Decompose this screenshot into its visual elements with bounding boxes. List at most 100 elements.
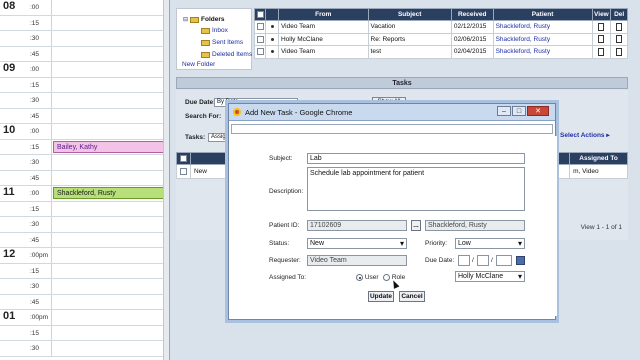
- status-select[interactable]: New: [307, 238, 407, 249]
- col-subject[interactable]: Subject: [367, 8, 452, 21]
- calendar-slot-area[interactable]: [52, 295, 169, 310]
- calendar-slot[interactable]: :15: [0, 77, 169, 93]
- calendar-slot-area[interactable]: [52, 233, 169, 248]
- select-all-header[interactable]: [253, 8, 267, 21]
- row-checkbox[interactable]: [256, 48, 264, 56]
- calendar-slot[interactable]: 11:00 Shackleford, Rusty: [0, 186, 169, 202]
- url-bar[interactable]: [231, 124, 553, 134]
- calendar-slot-area[interactable]: [52, 217, 169, 232]
- calendar-slot-area[interactable]: [52, 16, 169, 31]
- col-patient[interactable]: Patient: [492, 8, 593, 21]
- calendar-slot-area[interactable]: [52, 62, 169, 77]
- cell-patient-link[interactable]: Shackleford, Rusty: [492, 32, 593, 46]
- subject-input[interactable]: Lab: [307, 153, 525, 164]
- calendar-slot[interactable]: 12:00pm: [0, 248, 169, 264]
- cell-patient-link[interactable]: Shackleford, Rusty: [492, 45, 593, 59]
- delete-icon[interactable]: [616, 22, 623, 31]
- select-all-checkbox[interactable]: [256, 10, 264, 18]
- appointment-block[interactable]: Shackleford, Rusty: [53, 187, 165, 199]
- calendar-slot[interactable]: :30: [0, 217, 169, 233]
- calendar-slot[interactable]: :45: [0, 232, 169, 248]
- radio-user[interactable]: User: [356, 274, 379, 281]
- update-button[interactable]: Update: [368, 291, 394, 302]
- calendar-slot[interactable]: :45: [0, 294, 169, 310]
- cancel-button[interactable]: Cancel: [399, 291, 425, 302]
- minimize-icon[interactable]: –: [497, 106, 511, 116]
- table-row[interactable]: Video Team test 02/04/2015 Shackleford, …: [253, 45, 628, 59]
- calendar-slot-area[interactable]: [52, 279, 169, 294]
- due-month-input[interactable]: [458, 255, 470, 266]
- calendar-slot[interactable]: :15: [0, 15, 169, 31]
- collapse-icon[interactable]: ⊟: [183, 16, 188, 23]
- calendar-slot-area[interactable]: [52, 93, 169, 108]
- calendar-slot[interactable]: :30: [0, 93, 169, 109]
- calendar-slot-area[interactable]: [52, 248, 169, 263]
- calendar-slot[interactable]: 10:00: [0, 124, 169, 140]
- col-from[interactable]: From: [277, 8, 369, 21]
- patient-id-input[interactable]: 17102609: [307, 220, 407, 231]
- table-row[interactable]: Holly McClane Re: Reports 02/06/2015 Sha…: [253, 32, 628, 46]
- calendar-slot[interactable]: :15 Bailey, Kathy: [0, 139, 169, 155]
- calendar-slot-area[interactable]: [52, 155, 169, 170]
- calendar-slot[interactable]: :15: [0, 325, 169, 341]
- priority-select[interactable]: Low: [455, 238, 525, 249]
- select-all-tasks[interactable]: [176, 152, 191, 165]
- appointment-block[interactable]: Bailey, Kathy: [53, 140, 165, 153]
- folder-inbox[interactable]: Inbox: [201, 27, 228, 34]
- dialog-titlebar[interactable]: Add New Task - Google Chrome – □ ✕: [229, 104, 555, 121]
- calendar-slot-area[interactable]: [52, 31, 169, 46]
- select-all-checkbox[interactable]: [179, 154, 187, 162]
- select-actions-menu[interactable]: Select Actions ▸: [560, 131, 610, 139]
- calendar-slot-area[interactable]: [52, 109, 169, 124]
- calendar-slot-area[interactable]: [52, 202, 169, 217]
- folder-deleted-items[interactable]: Deleted Items: [201, 51, 252, 58]
- calendar-slot-area[interactable]: [52, 341, 169, 356]
- cell-patient-link[interactable]: Shackleford, Rusty: [492, 20, 593, 34]
- calendar-slot[interactable]: :15: [0, 201, 169, 217]
- calendar-slot-area[interactable]: [52, 310, 169, 325]
- calendar-slot-area[interactable]: Bailey, Kathy: [52, 140, 169, 155]
- calendar-slot-area[interactable]: [52, 78, 169, 93]
- col-assigned-to[interactable]: Assigned To: [569, 152, 628, 165]
- view-icon[interactable]: [598, 35, 605, 44]
- calendar-slot[interactable]: :30: [0, 155, 169, 171]
- calendar-slot-area[interactable]: [52, 0, 169, 15]
- radio-user-icon[interactable]: [356, 274, 363, 281]
- calendar-slot-area[interactable]: Shackleford, Rusty: [52, 186, 169, 201]
- calendar-slot[interactable]: :30: [0, 279, 169, 295]
- folders-root[interactable]: ⊟ Folders: [183, 16, 225, 23]
- folder-sent-items[interactable]: Sent Items: [201, 39, 243, 46]
- due-year-input[interactable]: [496, 255, 512, 266]
- calendar-slot[interactable]: 08:00: [0, 0, 169, 16]
- calendar-slot-area[interactable]: [52, 264, 169, 279]
- patient-lookup-button[interactable]: ...: [411, 220, 421, 231]
- view-icon[interactable]: [598, 22, 605, 31]
- calendar-slot-area[interactable]: [52, 171, 169, 186]
- close-icon[interactable]: ✕: [527, 106, 549, 116]
- view-icon[interactable]: [598, 47, 605, 56]
- maximize-icon[interactable]: □: [512, 106, 526, 116]
- calendar-slot[interactable]: :30: [0, 341, 169, 357]
- calendar-slot[interactable]: :15: [0, 263, 169, 279]
- col-received[interactable]: Received: [450, 8, 494, 21]
- row-checkbox[interactable]: [180, 167, 187, 175]
- calendar-scrollbar[interactable]: [163, 0, 169, 360]
- due-day-input[interactable]: [477, 255, 489, 266]
- radio-role-icon[interactable]: [383, 274, 390, 281]
- delete-icon[interactable]: [616, 47, 623, 56]
- row-checkbox[interactable]: [256, 35, 264, 43]
- table-row[interactable]: Video Team Vacation 02/12/2015 Shacklefo…: [253, 20, 628, 34]
- calendar-slot-area[interactable]: [52, 124, 169, 139]
- calendar-slot[interactable]: 09:00: [0, 62, 169, 78]
- assignee-select[interactable]: Holly McClane: [455, 271, 525, 282]
- description-textarea[interactable]: Schedule lab appointment for patient: [307, 167, 525, 211]
- calendar-slot[interactable]: 01:00pm: [0, 310, 169, 326]
- calendar-icon[interactable]: [516, 256, 525, 265]
- calendar-slot[interactable]: :45: [0, 108, 169, 124]
- calendar-slot-area[interactable]: [52, 47, 169, 62]
- calendar-slot[interactable]: :45: [0, 170, 169, 186]
- delete-icon[interactable]: [616, 35, 623, 44]
- new-folder-link[interactable]: New Folder: [182, 61, 215, 68]
- calendar-slot[interactable]: :30: [0, 31, 169, 47]
- calendar-slot[interactable]: :45: [0, 46, 169, 62]
